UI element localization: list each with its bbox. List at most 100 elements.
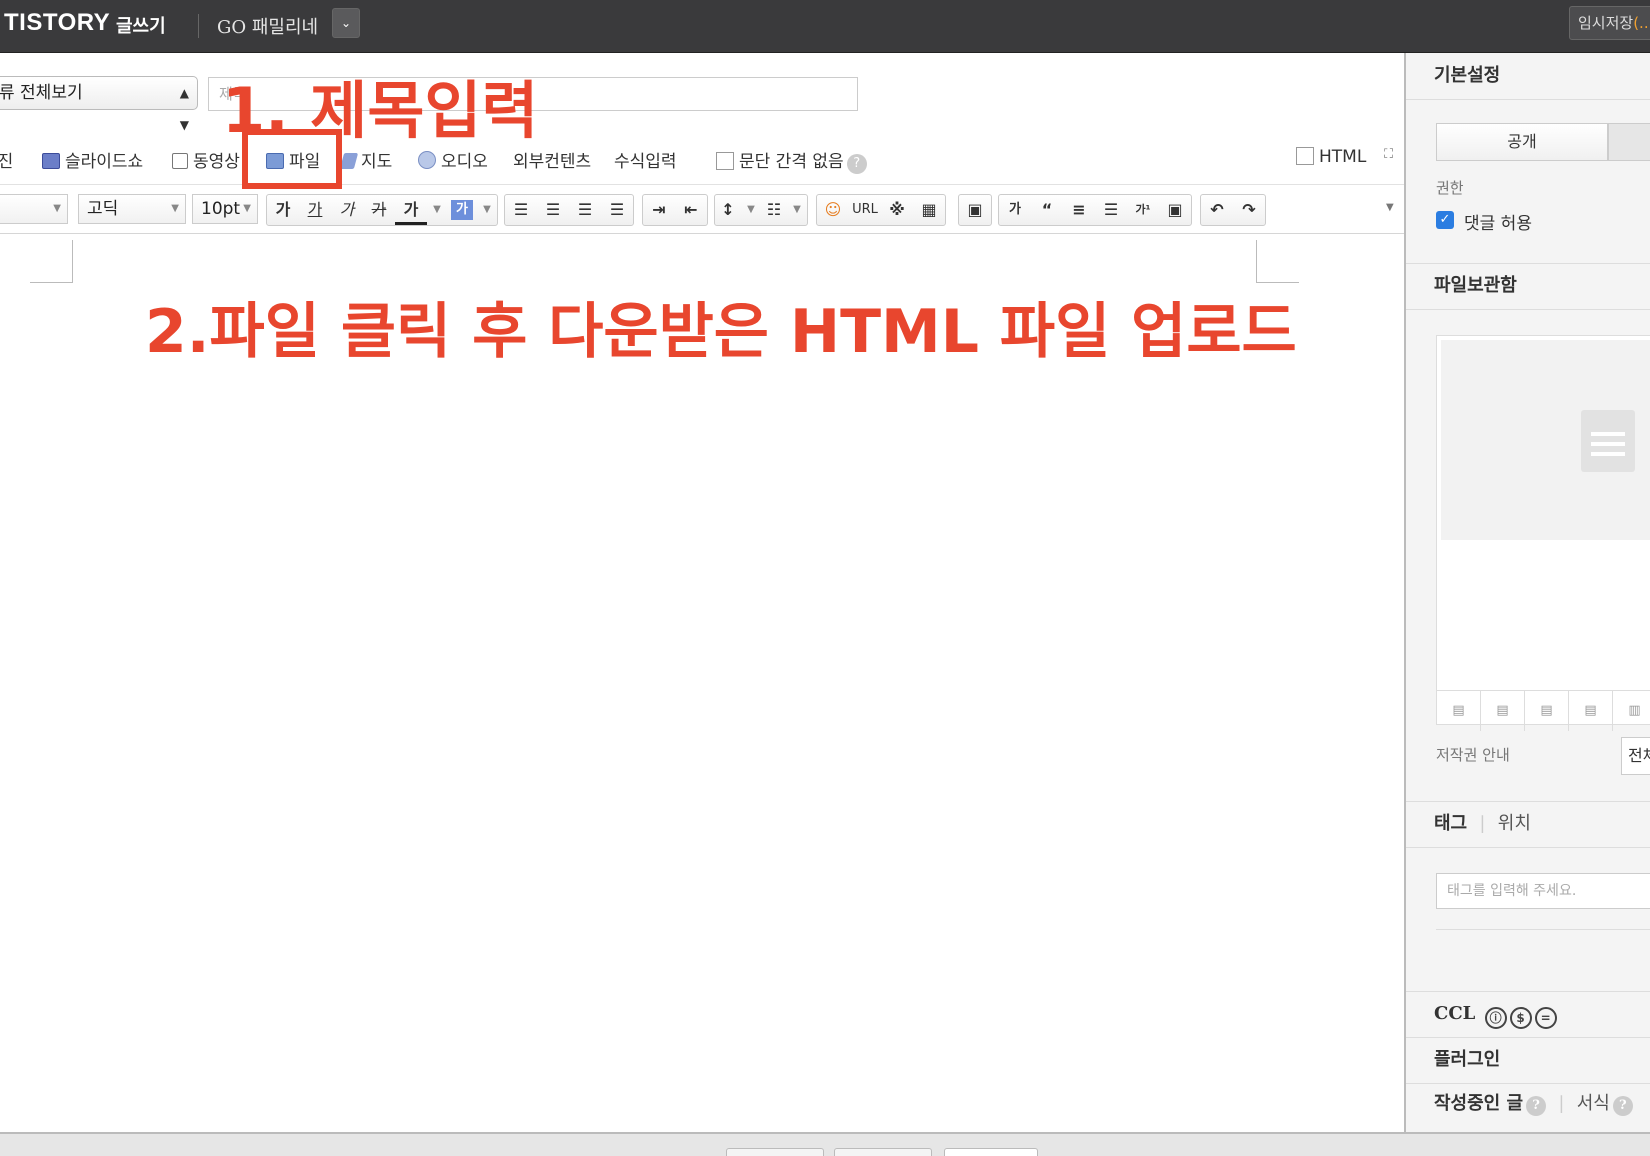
blog-name[interactable]: GO 패밀리네: [217, 13, 318, 39]
location-tab[interactable]: 위치: [1498, 813, 1531, 834]
formula-button[interactable]: 수식입력: [614, 147, 677, 172]
private-button[interactable]: [1608, 123, 1650, 161]
file-drop-area[interactable]: [1441, 340, 1650, 540]
undo-icon[interactable]: ↶: [1201, 195, 1233, 225]
copyright-label: 저작권 안내: [1436, 746, 1510, 764]
writing-tab[interactable]: 작성중인 글: [1434, 1093, 1523, 1114]
writing-heading: 작성중인 글? | 서식?: [1406, 1081, 1650, 1127]
photo-button[interactable]: 사진: [0, 147, 13, 172]
align-group: ☰ ☰ ☰ ☰: [504, 194, 634, 226]
align-justify-icon[interactable]: ☰: [601, 195, 633, 225]
help-icon[interactable]: ?: [1612, 1096, 1633, 1116]
attach-align-center-icon[interactable]: ▤: [1481, 691, 1525, 731]
bold-button[interactable]: 가: [267, 195, 299, 225]
line-height-dropdown[interactable]: ▼: [741, 195, 761, 225]
line-height-icon[interactable]: ↕: [715, 195, 741, 225]
attribution-icon: ⓘ: [1484, 1007, 1507, 1029]
paragraph-style-select[interactable]: ▼: [0, 194, 68, 224]
history-group: ↶ ↷: [1200, 194, 1266, 226]
save-icon[interactable]: ▣: [1159, 195, 1191, 225]
temp-save-count: (..: [1633, 14, 1649, 32]
audio-label: 오디오: [441, 152, 488, 172]
html-label: HTML: [1319, 147, 1367, 167]
divider: [1406, 847, 1650, 848]
file-storage-heading[interactable]: 파일보관함: [1406, 263, 1650, 309]
font-color-dropdown[interactable]: ▼: [427, 195, 447, 225]
external-content-button[interactable]: 외부컨텐츠: [513, 147, 591, 172]
select-arrows-icon: ▲ ▼: [179, 86, 189, 132]
divider: [198, 14, 199, 38]
divider: [1436, 929, 1650, 930]
font-color-button[interactable]: 가: [395, 195, 427, 225]
italic-button[interactable]: 가: [331, 195, 363, 225]
redo-icon[interactable]: ↷: [1233, 195, 1265, 225]
attach-align-row-icon[interactable]: ▥: [1613, 691, 1650, 731]
tistory-logo[interactable]: TISTORY: [4, 9, 110, 37]
indent-icon[interactable]: ⇥: [643, 195, 675, 225]
divider: [1406, 309, 1650, 310]
quote-icon[interactable]: “: [1031, 195, 1063, 225]
font-select[interactable]: 고딕 ▼: [78, 194, 186, 224]
attach-align-float-icon[interactable]: ▤: [1569, 691, 1613, 731]
underline-button[interactable]: 가: [299, 195, 331, 225]
no-paragraph-gap-checkbox[interactable]: 문단 간격 없음?: [716, 147, 867, 174]
highlight-dropdown[interactable]: ▼: [477, 195, 497, 225]
temp-save-label: 임시저장: [1578, 14, 1634, 32]
collapse-toolbar-icon[interactable]: ▼: [1386, 202, 1394, 213]
footnote-icon[interactable]: 가¹: [1127, 195, 1159, 225]
plugin-heading[interactable]: 플러그인: [1406, 1037, 1650, 1083]
map-button[interactable]: 지도: [339, 147, 392, 172]
emoticon-icon[interactable]: ☺: [817, 195, 849, 225]
editor-area: 류 전체보기 ▲▼ 제목 사진 슬라이드쇼 동영상 파일 지도 오디오 외부컨텐…: [0, 53, 1404, 1132]
audio-button[interactable]: 오디오: [418, 147, 488, 172]
attachment-align-row: ▤ ▤ ▤ ▤ ▥: [1437, 690, 1650, 731]
box-icon[interactable]: ▣: [959, 195, 991, 225]
category-value: 류 전체보기: [0, 83, 83, 103]
special-char-icon[interactable]: ※: [881, 195, 913, 225]
slideshow-icon: [42, 153, 60, 169]
highlight-button[interactable]: 가: [451, 200, 473, 220]
bottom-button-1[interactable]: [726, 1148, 824, 1156]
font-size-select[interactable]: 10pt ▼: [192, 194, 258, 224]
category-select[interactable]: 류 전체보기 ▲ ▼: [0, 76, 198, 132]
slideshow-button[interactable]: 슬라이드쇼: [42, 147, 143, 172]
video-button[interactable]: 동영상: [172, 147, 240, 172]
strikethrough-button[interactable]: 가: [363, 195, 395, 225]
bottom-button-2[interactable]: [834, 1148, 932, 1156]
help-icon[interactable]: ?: [1526, 1096, 1547, 1116]
tag-input[interactable]: 태그를 입력해 주세요.: [1436, 873, 1650, 909]
text-box-icon[interactable]: 가: [999, 195, 1031, 225]
tag-tab[interactable]: 태그: [1434, 813, 1467, 834]
list-dropdown[interactable]: ▼: [787, 195, 807, 225]
checkbox[interactable]: [1296, 147, 1314, 165]
align-center-icon[interactable]: ☰: [537, 195, 569, 225]
basic-settings-heading[interactable]: 기본설정: [1406, 53, 1650, 99]
html-mode-checkbox[interactable]: HTML: [1296, 147, 1366, 167]
file-storage-box[interactable]: ▤ ▤ ▤ ▤ ▥: [1436, 335, 1650, 731]
help-icon[interactable]: ?: [846, 154, 867, 174]
align-left-icon[interactable]: ☰: [505, 195, 537, 225]
divider-icon[interactable]: ☰: [1095, 195, 1127, 225]
table-icon[interactable]: ▦: [913, 195, 945, 225]
attach-align-right-icon[interactable]: ▤: [1525, 691, 1569, 731]
template-tab[interactable]: 서식: [1577, 1093, 1610, 1114]
ccl-heading[interactable]: CCL ⓘ $ =: [1406, 991, 1650, 1037]
copyright-select[interactable]: 전체: [1621, 737, 1650, 775]
map-icon: [339, 153, 359, 169]
url-button[interactable]: URL: [849, 195, 881, 225]
checkbox[interactable]: [716, 152, 734, 170]
attach-align-left-icon[interactable]: ▤: [1437, 691, 1481, 731]
public-button[interactable]: 공개: [1436, 123, 1608, 161]
dropdown-arrow-icon: ▼: [171, 203, 179, 214]
list-icon[interactable]: ☷: [761, 195, 787, 225]
allow-comments-checkbox[interactable]: ✓: [1436, 211, 1454, 229]
temp-save-button[interactable]: 임시저장(..: [1569, 6, 1650, 40]
align-right-icon[interactable]: ☰: [569, 195, 601, 225]
more-icon[interactable]: ≡: [1063, 195, 1095, 225]
ccl-label: CCL: [1434, 1003, 1476, 1024]
outdent-icon[interactable]: ⇤: [675, 195, 707, 225]
chevron-down-icon[interactable]: ⌄: [332, 8, 360, 38]
fullscreen-icon[interactable]: ⛶: [1384, 147, 1393, 162]
bottom-button-3[interactable]: [944, 1148, 1038, 1156]
tag-location-heading: 태그 | 위치: [1406, 801, 1650, 847]
